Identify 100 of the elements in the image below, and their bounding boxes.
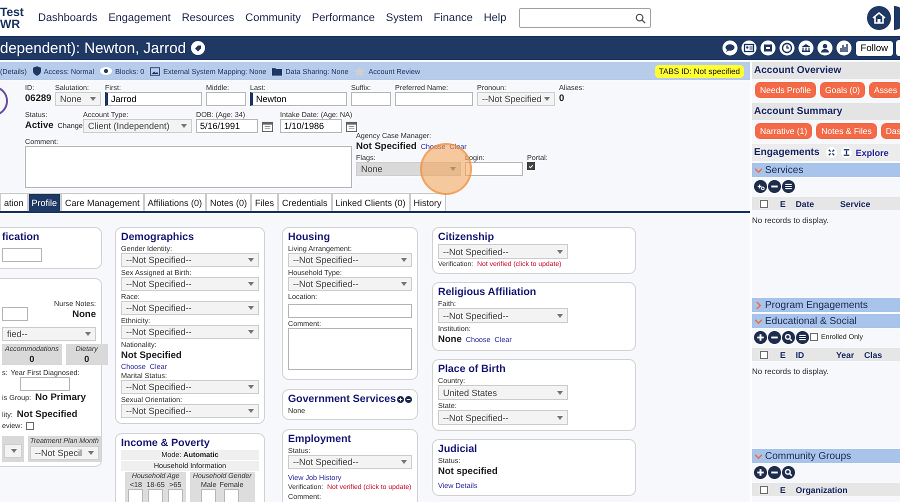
text-field[interactable] — [201, 489, 216, 502]
comment-field[interactable] — [288, 328, 412, 370]
text-field[interactable] — [224, 489, 239, 502]
section-header[interactable]: Community Groups — [752, 449, 900, 463]
dropdown[interactable]: --Not Specified-- — [121, 380, 259, 394]
chart-icon[interactable] — [836, 40, 852, 56]
text-field[interactable] — [168, 489, 183, 502]
dropdown[interactable]: fied-- — [2, 327, 96, 341]
dropdown[interactable] — [4, 444, 22, 458]
comment-field[interactable] — [25, 146, 352, 188]
text-field[interactable]: Newton — [250, 92, 347, 106]
inbox-icon[interactable] — [760, 40, 776, 56]
text-field[interactable]: Jarrod — [105, 92, 202, 106]
user-icon[interactable] — [816, 40, 833, 56]
remove-icon[interactable] — [768, 466, 781, 478]
add-icon[interactable] — [754, 466, 767, 478]
nav-menu-item[interactable]: System — [386, 12, 423, 24]
list-icon[interactable] — [782, 180, 795, 192]
tab[interactable]: Care Management — [61, 193, 144, 211]
column-header[interactable]: Clas — [864, 350, 882, 360]
column-header[interactable]: Organization — [796, 484, 848, 494]
dropdown[interactable]: --Not Specified — [477, 92, 555, 106]
remove-icon[interactable] — [404, 393, 412, 406]
text-field[interactable] — [288, 304, 412, 318]
tab[interactable]: Affiliations (0) — [144, 193, 206, 211]
dropdown[interactable]: --Not Specil — [30, 446, 99, 460]
checkbox[interactable] — [760, 350, 768, 358]
text-field[interactable] — [148, 489, 164, 502]
nav-menu-item[interactable]: Finance — [434, 12, 473, 24]
add-icon[interactable] — [396, 393, 404, 406]
dropdown[interactable]: --Not Specified-- — [121, 325, 259, 339]
nav-menu-item[interactable]: Engagement — [108, 12, 171, 24]
search-icon[interactable] — [782, 466, 795, 478]
checkbox[interactable] — [26, 422, 34, 430]
collapse-icon[interactable] — [840, 147, 852, 158]
column-header[interactable]: E — [780, 198, 786, 208]
section-header[interactable]: Educational & Social — [752, 314, 900, 328]
column-header[interactable]: Service — [840, 198, 870, 208]
tab[interactable]: Credentials — [278, 193, 332, 211]
tab[interactable]: Profile — [28, 193, 62, 211]
text-field[interactable] — [2, 248, 42, 262]
add-icon[interactable] — [754, 330, 767, 344]
tab[interactable]: Linked Clients (0) — [332, 193, 410, 211]
checkbox[interactable] — [810, 333, 818, 341]
dropdown[interactable]: Client (Independent) — [83, 119, 192, 133]
dropdown[interactable]: --Not Specified-- — [288, 277, 412, 291]
dropdown[interactable]: --Not Specified-- — [438, 308, 568, 323]
list-icon[interactable] — [796, 330, 809, 344]
text-field[interactable] — [395, 92, 473, 106]
dropdown[interactable]: --Not Specified-- — [438, 244, 568, 259]
round-icon[interactable] — [894, 6, 900, 30]
search-field[interactable] — [519, 8, 652, 28]
dropdown[interactable]: --Not Specified-- — [121, 277, 259, 291]
calendar-icon[interactable] — [262, 120, 273, 132]
calendar-icon[interactable] — [346, 120, 357, 132]
nav-menu-item[interactable]: Help — [484, 12, 506, 24]
text-field[interactable] — [128, 489, 144, 502]
add-link-icon[interactable] — [754, 180, 767, 192]
explore-link[interactable]: Explore — [856, 148, 889, 158]
section-header[interactable]: Services — [752, 163, 900, 177]
column-header[interactable]: Date — [796, 198, 814, 208]
id-card-icon[interactable] — [740, 40, 757, 56]
dropdown[interactable]: --Not Specified-- — [288, 253, 412, 267]
dropdown[interactable]: --Not Specified-- — [121, 301, 259, 315]
tab[interactable]: ation — [0, 193, 28, 211]
nav-menu-item[interactable]: Dashboards — [38, 12, 98, 24]
checkbox[interactable] — [760, 200, 768, 208]
dropdown[interactable]: --Not Specified-- — [288, 455, 412, 469]
column-header[interactable]: Year — [836, 350, 854, 360]
text-field[interactable] — [2, 307, 28, 321]
column-header[interactable]: E — [780, 484, 786, 494]
dropdown[interactable]: --Not Specified-- — [121, 404, 259, 418]
logo[interactable]: Test WR — [0, 6, 30, 30]
search-icon[interactable] — [782, 330, 795, 344]
section-header[interactable]: Program Engagements — [752, 298, 900, 312]
remove-icon[interactable] — [768, 330, 781, 344]
text-field[interactable] — [465, 162, 523, 176]
tag-icon[interactable] — [190, 41, 205, 55]
remove-icon[interactable] — [768, 180, 781, 192]
text-field[interactable] — [206, 92, 246, 106]
nav-menu-item[interactable]: Community — [245, 12, 301, 24]
home-icon[interactable] — [867, 6, 891, 30]
expand-icon[interactable] — [826, 147, 837, 158]
chat-icon[interactable] — [722, 40, 738, 56]
dropdown[interactable]: --Not Specified-- — [121, 253, 259, 267]
follow-button[interactable]: Follow — [856, 40, 893, 56]
dropdown[interactable]: None — [55, 92, 101, 106]
text-field[interactable] — [351, 92, 391, 106]
text-field[interactable] — [20, 377, 70, 391]
column-header[interactable]: ID — [796, 350, 804, 360]
tab[interactable]: History — [410, 193, 446, 211]
clock-icon[interactable] — [778, 40, 795, 56]
dropdown[interactable]: United States — [438, 385, 568, 400]
checkbox[interactable] — [527, 162, 535, 170]
nav-menu-item[interactable]: Performance — [312, 12, 375, 24]
tab[interactable]: Notes (0) — [206, 193, 251, 211]
nav-menu-item[interactable]: Resources — [182, 12, 234, 24]
column-header[interactable]: E — [780, 350, 786, 360]
dropdown[interactable]: --Not Specified-- — [438, 410, 568, 425]
date-field[interactable]: 5/16/1991 — [196, 119, 258, 133]
